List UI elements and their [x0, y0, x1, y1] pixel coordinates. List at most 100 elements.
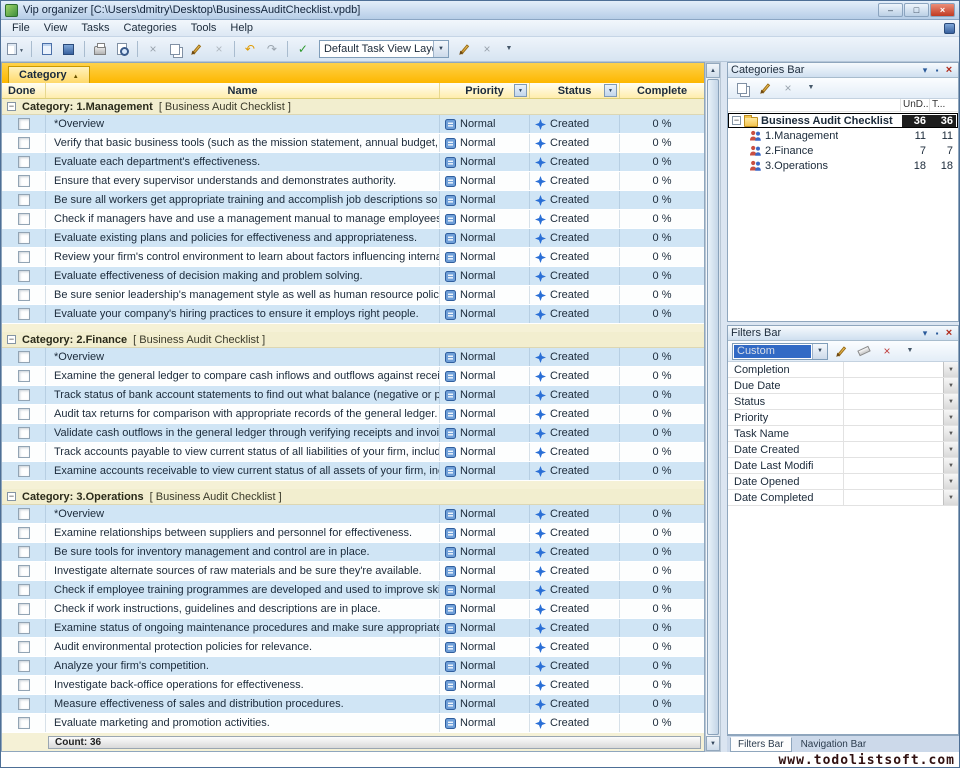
- scrollbar-thumb[interactable]: [707, 79, 719, 735]
- task-row[interactable]: Evaluate each department's effectiveness…: [2, 153, 704, 172]
- task-row[interactable]: *OverviewNormalCreated0 %: [2, 348, 704, 367]
- task-row[interactable]: Track status of bank account statements …: [2, 386, 704, 405]
- menu-item-file[interactable]: File: [5, 20, 37, 36]
- task-checkbox[interactable]: [18, 213, 30, 225]
- menu-window-icon[interactable]: [944, 23, 955, 34]
- task-row[interactable]: Be sure senior leadership's management s…: [2, 286, 704, 305]
- clear-filter-button[interactable]: [854, 341, 874, 361]
- task-checkbox[interactable]: [18, 308, 30, 320]
- tree-item[interactable]: 2.Finance77: [728, 143, 958, 158]
- print-button[interactable]: [90, 39, 110, 59]
- save-button[interactable]: [59, 39, 79, 59]
- layout-selector[interactable]: Default Task View Layout: [319, 40, 449, 58]
- scroll-down-icon[interactable]: [706, 736, 720, 751]
- redo-button[interactable]: ↷: [262, 39, 282, 59]
- total-column-header[interactable]: T...: [929, 99, 958, 111]
- menu-item-tasks[interactable]: Tasks: [74, 20, 116, 36]
- column-header-complete[interactable]: Complete: [620, 83, 704, 98]
- filter-dropdown-button[interactable]: [943, 410, 958, 425]
- task-row[interactable]: Audit tax returns for comparison with ap…: [2, 405, 704, 424]
- column-header-done[interactable]: Done: [2, 83, 46, 98]
- task-checkbox[interactable]: [18, 389, 30, 401]
- filters-options-dropdown[interactable]: ▼: [900, 341, 920, 361]
- task-row[interactable]: Review your firm's control environment t…: [2, 248, 704, 267]
- complete-task-button[interactable]: ✓: [293, 39, 313, 59]
- task-checkbox[interactable]: [18, 508, 30, 520]
- toolbar-options-dropdown[interactable]: ▼: [499, 39, 519, 59]
- menu-item-tools[interactable]: Tools: [184, 20, 224, 36]
- task-row[interactable]: Ensure that every supervisor understands…: [2, 172, 704, 191]
- task-row[interactable]: Examine the general ledger to compare ca…: [2, 367, 704, 386]
- filter-dropdown-button[interactable]: [943, 426, 958, 441]
- delete-filter-button[interactable]: ×: [877, 341, 897, 361]
- collapse-icon[interactable]: −: [7, 335, 16, 344]
- new-category-button[interactable]: [732, 78, 752, 98]
- collapse-icon[interactable]: −: [7, 102, 16, 111]
- task-checkbox[interactable]: [18, 546, 30, 558]
- tab-navigation-bar[interactable]: Navigation Bar: [794, 737, 874, 752]
- task-row[interactable]: Be sure all workers get appropriate trai…: [2, 191, 704, 210]
- print-preview-button[interactable]: [112, 39, 132, 59]
- edit-category-button[interactable]: [755, 78, 775, 98]
- task-row[interactable]: Check if work instructions, guidelines a…: [2, 600, 704, 619]
- shade-panel-icon[interactable]: [919, 64, 931, 76]
- filter-dropdown-button[interactable]: [943, 474, 958, 489]
- vertical-scrollbar[interactable]: [705, 62, 721, 752]
- task-row[interactable]: Evaluate your company's hiring practices…: [2, 305, 704, 324]
- task-checkbox[interactable]: [18, 565, 30, 577]
- cut-button[interactable]: ×: [143, 39, 163, 59]
- category-group-header[interactable]: −Category: 2.Finance[ Business Audit Che…: [2, 332, 704, 348]
- pin-panel-icon[interactable]: [931, 64, 943, 76]
- tree-item[interactable]: 3.Operations1818: [728, 158, 958, 173]
- task-row[interactable]: Analyze your firm's competition.NormalCr…: [2, 657, 704, 676]
- task-checkbox[interactable]: [18, 289, 30, 301]
- filter-dropdown-button[interactable]: [943, 458, 958, 473]
- task-checkbox[interactable]: [18, 446, 30, 458]
- task-row[interactable]: Check if managers have and use a managem…: [2, 210, 704, 229]
- task-checkbox[interactable]: [18, 717, 30, 729]
- task-checkbox[interactable]: [18, 156, 30, 168]
- tab-filters-bar[interactable]: Filters Bar: [730, 737, 792, 752]
- pin-panel-icon[interactable]: [931, 327, 943, 339]
- column-header-name[interactable]: Name: [46, 83, 440, 98]
- maximize-button[interactable]: □: [904, 3, 929, 17]
- categories-options-dropdown[interactable]: ▼: [801, 78, 821, 98]
- collapse-icon[interactable]: −: [732, 116, 741, 125]
- undone-column-header[interactable]: UnD...: [900, 99, 929, 111]
- task-checkbox[interactable]: [18, 232, 30, 244]
- menu-item-view[interactable]: View: [37, 20, 75, 36]
- scroll-up-icon[interactable]: [706, 63, 720, 78]
- column-header-status[interactable]: Status: [530, 83, 620, 98]
- task-row[interactable]: Audit environmental protection policies …: [2, 638, 704, 657]
- menu-item-help[interactable]: Help: [223, 20, 260, 36]
- task-checkbox[interactable]: [18, 641, 30, 653]
- task-row[interactable]: Validate cash outflows in the general le…: [2, 424, 704, 443]
- task-row[interactable]: Track accounts payable to view current s…: [2, 443, 704, 462]
- task-row[interactable]: Evaluate existing plans and policies for…: [2, 229, 704, 248]
- task-row[interactable]: Examine accounts receivable to view curr…: [2, 462, 704, 481]
- task-checkbox[interactable]: [18, 660, 30, 672]
- task-checkbox[interactable]: [18, 427, 30, 439]
- task-row[interactable]: Check if employee training programmes ar…: [2, 581, 704, 600]
- task-checkbox[interactable]: [18, 408, 30, 420]
- category-group-header[interactable]: −Category: 1.Management[ Business Audit …: [2, 99, 704, 115]
- filter-preset-combo[interactable]: Custom: [732, 343, 828, 360]
- task-checkbox[interactable]: [18, 622, 30, 634]
- new-task-button[interactable]: [5, 39, 26, 59]
- edit-task-button[interactable]: [187, 39, 207, 59]
- close-button[interactable]: ×: [930, 3, 955, 17]
- tree-item[interactable]: −Business Audit Checklist3636: [728, 113, 958, 128]
- task-checkbox[interactable]: [18, 351, 30, 363]
- reset-view-button[interactable]: ×: [477, 39, 497, 59]
- task-checkbox[interactable]: [18, 698, 30, 710]
- task-row[interactable]: Measure effectiveness of sales and distr…: [2, 695, 704, 714]
- priority-filter-dropdown[interactable]: [514, 84, 527, 97]
- task-row[interactable]: *OverviewNormalCreated0 %: [2, 505, 704, 524]
- task-row[interactable]: *OverviewNormalCreated0 %: [2, 115, 704, 134]
- undo-button[interactable]: ↶: [240, 39, 260, 59]
- collapse-icon[interactable]: −: [7, 492, 16, 501]
- column-header-priority[interactable]: Priority: [440, 83, 530, 98]
- customize-view-button[interactable]: [455, 39, 475, 59]
- status-filter-dropdown[interactable]: [604, 84, 617, 97]
- task-row[interactable]: Examine status of ongoing maintenance pr…: [2, 619, 704, 638]
